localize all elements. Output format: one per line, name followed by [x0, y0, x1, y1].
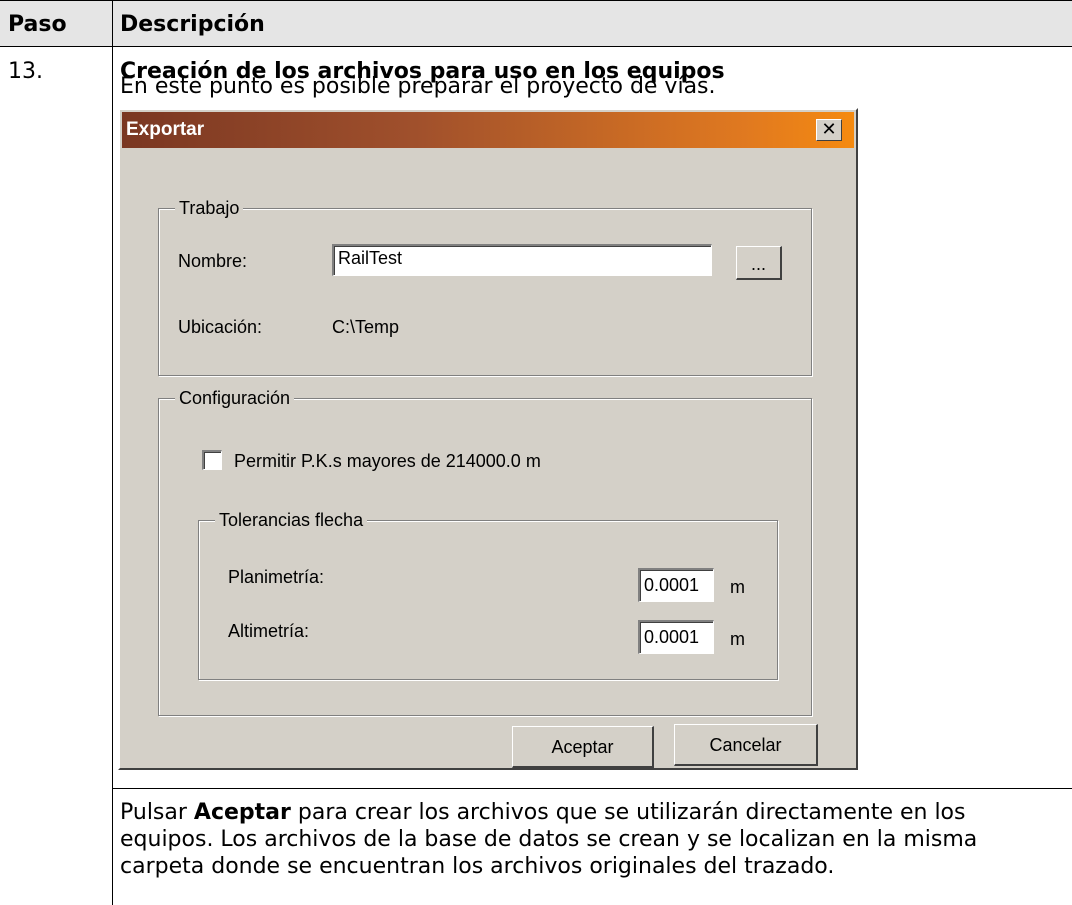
altimetria-label: Altimetría: [228, 621, 310, 641]
browse-button-label: ... [750, 254, 766, 274]
dialog-title: Exportar [126, 119, 205, 140]
footer-prefix: Pulsar [120, 800, 194, 825]
footer-line-1: Pulsar Aceptar para crear los archivos q… [120, 799, 965, 826]
footer-line-2: equipos. Los archivos de la base de dato… [120, 827, 978, 852]
browse-button[interactable]: ... [736, 246, 782, 280]
close-icon: ✕ [821, 119, 837, 140]
altimetria-unit: m [730, 629, 745, 649]
header-step: Paso [8, 12, 67, 37]
altimetria-input[interactable]: 0.0001 [638, 620, 714, 654]
close-button[interactable]: ✕ [816, 119, 842, 141]
trabajo-legend: Trabajo [175, 197, 244, 219]
header-description: Descripción [120, 12, 265, 37]
dialog-titlebar: Exportar ✕ [122, 112, 854, 148]
step-intro: En este punto es posible preparar el pro… [120, 74, 716, 99]
tolerancias-legend: Tolerancias flecha [215, 509, 368, 531]
table-header-divider [0, 46, 1072, 47]
configuracion-legend: Configuración [175, 387, 295, 409]
allow-large-pk-checkbox[interactable] [202, 450, 222, 470]
footer-line-3: carpeta donde se encuentran los archivos… [120, 854, 835, 879]
ok-button-label: Aceptar [551, 737, 614, 757]
cancel-button-label: Cancelar [709, 735, 782, 755]
trabajo-group: Trabajo [158, 197, 812, 376]
step-number: 13. [8, 59, 43, 84]
planimetria-label: Planimetría: [228, 567, 325, 587]
cancel-button[interactable]: Cancelar [674, 724, 818, 766]
planimetria-input[interactable]: 0.0001 [638, 568, 714, 602]
dialog-row-divider [112, 788, 1072, 789]
name-input[interactable]: RailTest [332, 244, 712, 276]
footer-bold-aceptar: Aceptar [193, 800, 291, 825]
name-label: Nombre: [178, 251, 248, 271]
table-column-divider [112, 0, 113, 905]
footer-line-1-rest: para crear los archivos que se utilizará… [290, 800, 966, 825]
location-label: Ubicación: [178, 317, 263, 337]
export-dialog: Exportar ✕ Trabajo Nombre: RailTest ... … [118, 108, 858, 770]
planimetria-unit: m [730, 577, 745, 597]
location-value: C:\Temp [332, 317, 400, 337]
table-top-border [0, 0, 1072, 1]
allow-large-pk-label: Permitir P.K.s mayores de 214000.0 m [234, 451, 541, 471]
ok-button[interactable]: Aceptar [512, 726, 654, 768]
